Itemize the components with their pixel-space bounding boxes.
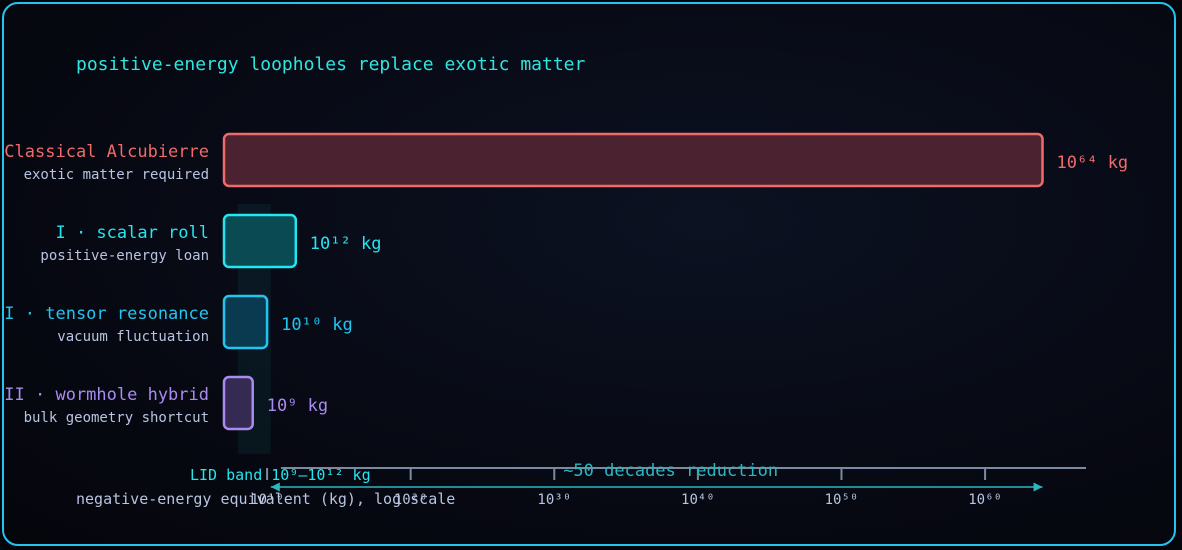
bar (222, 132, 1044, 188)
chart-panel: positive-energy loopholes replace exotic… (2, 2, 1176, 546)
bar (222, 213, 298, 269)
category-sublabel: bulk geometry shortcut (24, 410, 209, 426)
category-label: III · wormhole hybrid (4, 385, 209, 405)
bar (222, 294, 269, 350)
x-tick-label: 10⁴⁰ (681, 492, 715, 508)
bar-value-label: 10⁹ kg (267, 396, 328, 416)
category-label: Classical Alcubierre (4, 142, 209, 162)
category-sublabel: vacuum fluctuation (57, 329, 209, 345)
x-axis-label: negative-energy equivalent (kg), log sca… (76, 490, 455, 508)
reduction-arrow-head-right (1033, 482, 1043, 492)
category-sublabel: positive-energy loan (40, 248, 209, 264)
chart-svg: positive-energy loopholes replace exotic… (4, 54, 1129, 508)
reduction-label: ~50 decades reduction (563, 461, 778, 481)
x-tick-label: 10⁵⁰ (825, 492, 859, 508)
chart-title: positive-energy loopholes replace exotic… (76, 54, 585, 75)
category-label: I · scalar roll (55, 223, 209, 243)
bar-value-label: 10¹⁰ kg (281, 315, 353, 335)
category-sublabel: exotic matter required (24, 167, 209, 183)
bar-value-label: 10¹² kg (310, 234, 382, 254)
bar-value-label: 10⁶⁴ kg (1057, 153, 1129, 173)
x-tick-label: 10³⁰ (537, 492, 571, 508)
bar (222, 375, 254, 431)
x-tick-label: 10⁶⁰ (968, 492, 1002, 508)
category-label: II · tensor resonance (4, 304, 209, 324)
